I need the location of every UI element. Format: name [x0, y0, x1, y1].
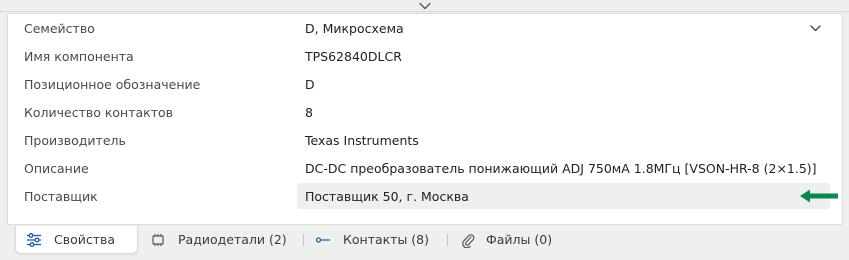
property-value[interactable]: DC-DC преобразователь понижающий ADJ 750… — [305, 161, 817, 176]
paperclip-icon — [462, 234, 475, 248]
property-label: Описание — [24, 160, 89, 176]
property-row-family[interactable]: Семейство D, Микросхема — [8, 14, 842, 42]
property-row-component-name[interactable]: Имя компонента TPS62840DLCR — [8, 42, 842, 70]
panel-top-strip — [0, 0, 849, 12]
property-label: Поставщик — [24, 188, 98, 204]
property-label: Количество контактов — [24, 104, 174, 120]
sliders-icon — [27, 233, 41, 247]
tab-label: Радиодетали (2) — [178, 232, 287, 247]
property-label: Производитель — [24, 132, 126, 148]
property-row-manufacturer[interactable]: Производитель Texas Instruments — [8, 126, 842, 154]
pin-icon — [315, 237, 330, 243]
property-row-supplier[interactable]: Поставщик Поставщик 50, г. Москва — [8, 182, 842, 210]
tab-contacts[interactable]: Контакты (8) — [305, 226, 445, 254]
properties-panel: Семейство D, Микросхема Имя компонента T… — [7, 13, 843, 225]
tab-label: Свойства — [54, 232, 116, 247]
tab-properties[interactable]: Свойства — [15, 226, 138, 254]
tab-separator — [447, 234, 448, 246]
property-label: Позиционное обозначение — [24, 76, 201, 92]
property-value[interactable]: Texas Instruments — [305, 133, 419, 148]
bottom-tab-bar: Свойства Радиодетали (2) Контакты (8) Фа… — [0, 226, 849, 260]
property-value[interactable]: 8 — [305, 105, 313, 120]
property-value[interactable]: Поставщик 50, г. Москва — [305, 189, 469, 204]
tab-label: Контакты (8) — [343, 232, 430, 247]
tab-radio-components[interactable]: Радиодетали (2) — [140, 226, 300, 254]
property-value[interactable]: D — [305, 77, 315, 92]
dropdown-chevron-icon[interactable] — [807, 20, 823, 36]
property-value[interactable]: D, Микросхема — [305, 21, 404, 36]
property-value[interactable]: TPS62840DLCR — [305, 49, 402, 64]
property-row-designator[interactable]: Позиционное обозначение D — [8, 70, 842, 98]
property-label: Семейство — [24, 20, 95, 36]
chip-icon — [152, 234, 164, 246]
tab-label: Файлы (0) — [486, 232, 553, 247]
chevron-down-icon — [419, 2, 431, 10]
arrow-left-icon — [798, 188, 840, 204]
property-label: Имя компонента — [24, 48, 134, 64]
collapse-toggle[interactable] — [414, 0, 436, 13]
tab-separator — [303, 234, 304, 246]
property-row-pin-count[interactable]: Количество контактов 8 — [8, 98, 842, 126]
property-row-description[interactable]: Описание DC-DC преобразователь понижающи… — [8, 154, 842, 182]
tab-files[interactable]: Файлы (0) — [450, 226, 570, 254]
